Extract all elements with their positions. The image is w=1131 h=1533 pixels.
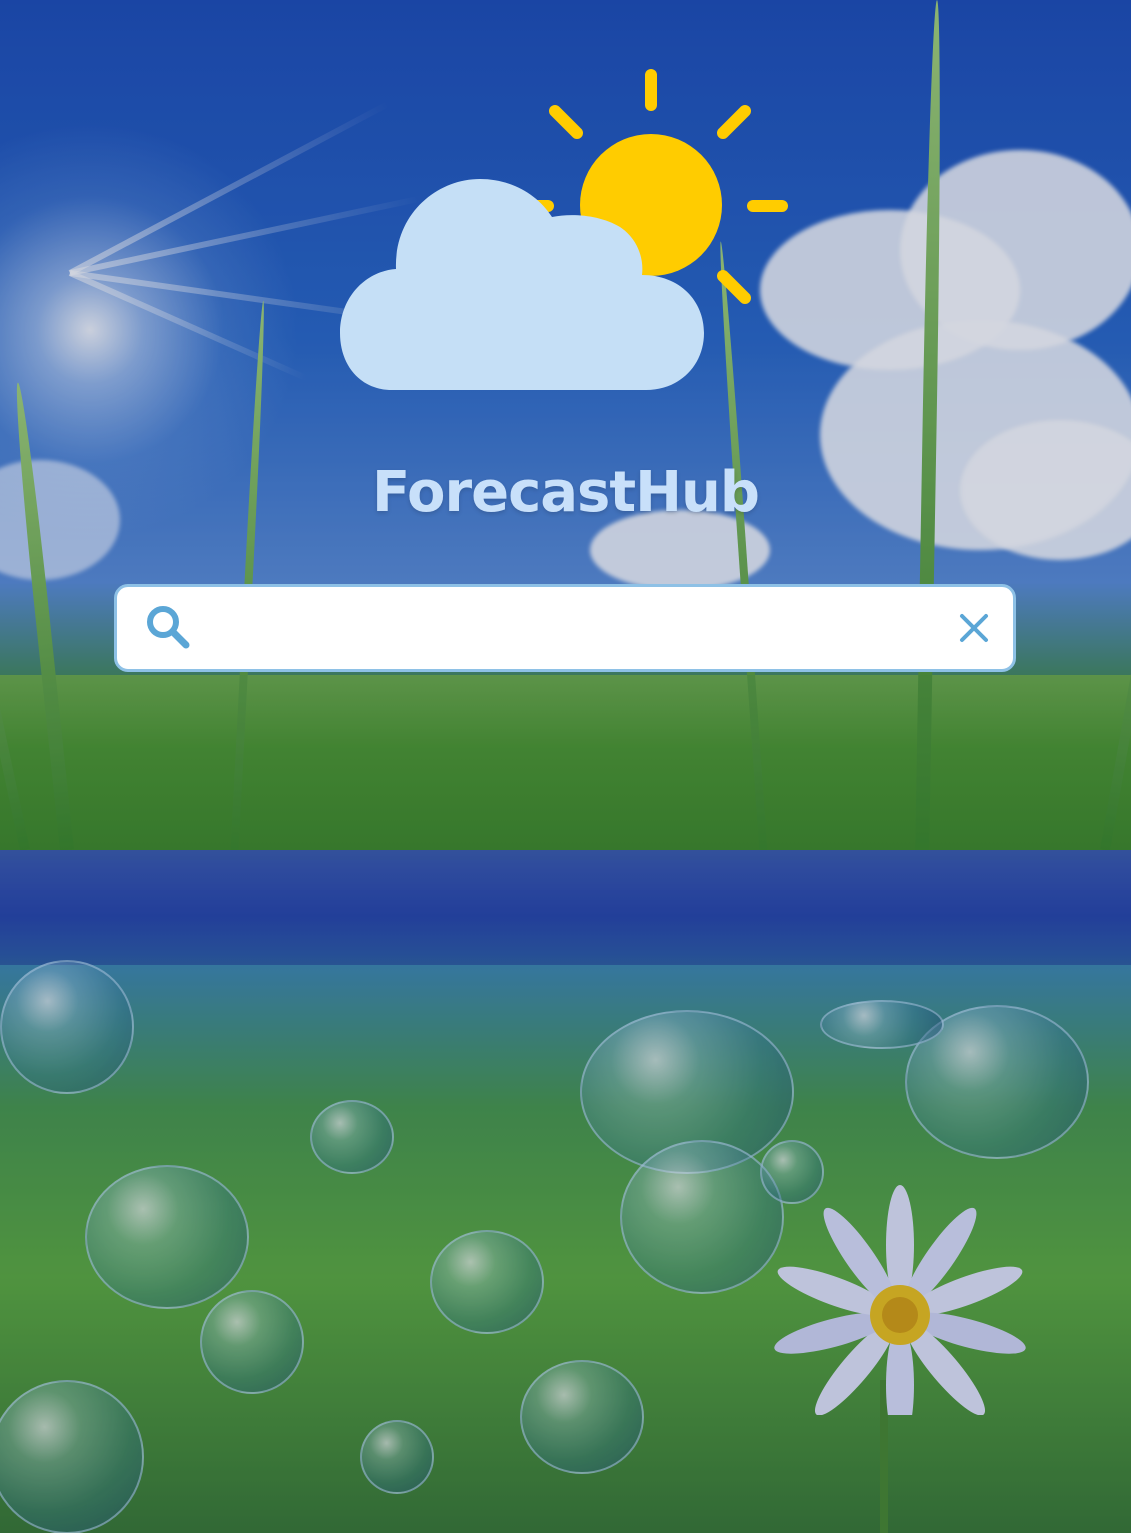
app-screen: ForecastHub (0, 0, 1131, 1533)
search-input[interactable] (207, 597, 943, 659)
search-bar[interactable] (114, 584, 1016, 672)
search-icon[interactable] (143, 603, 193, 653)
partly-sunny-weather-icon (340, 69, 788, 390)
app-title: ForecastHub (372, 460, 760, 525)
close-icon[interactable] (957, 611, 991, 645)
